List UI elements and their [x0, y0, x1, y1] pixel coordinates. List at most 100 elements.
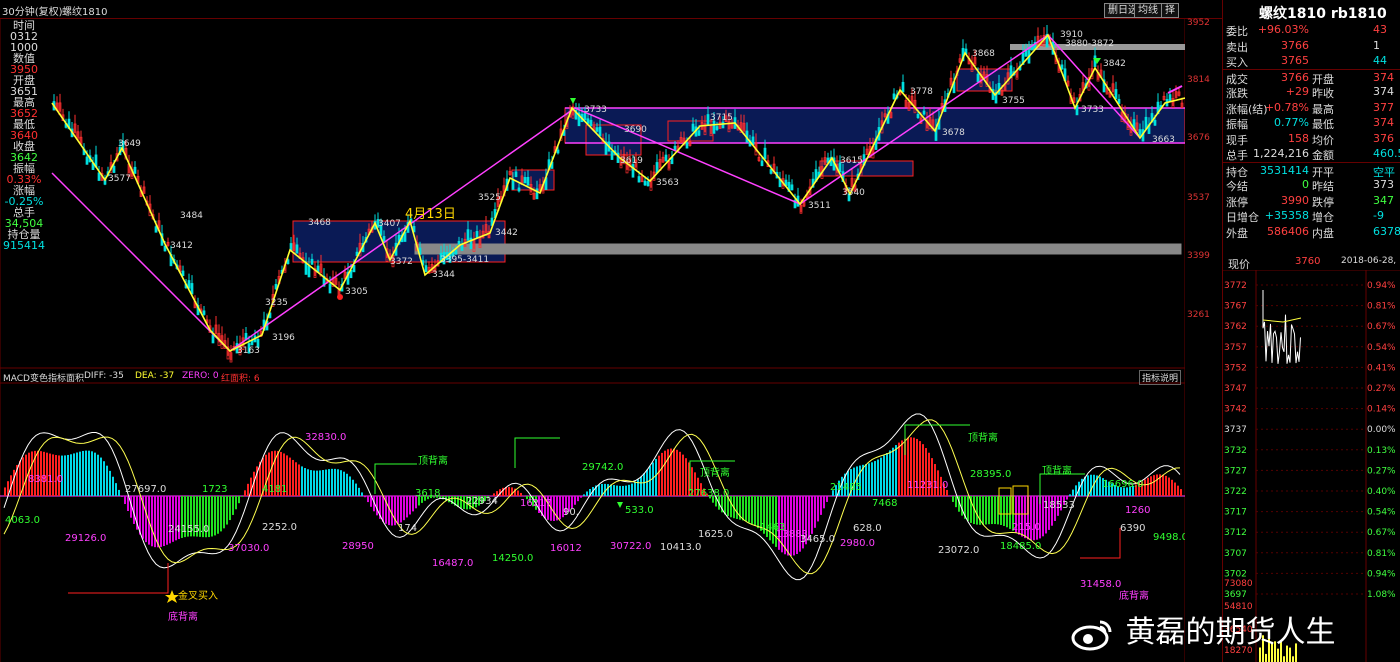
macd-bar	[988, 496, 990, 525]
candle-body	[1138, 129, 1142, 136]
macd-bar	[628, 484, 630, 496]
macd-value-label: 24155.0	[168, 524, 209, 535]
price-label: 3235	[265, 298, 288, 308]
macd-value-label: 215.0	[1012, 522, 1041, 533]
macd-bar	[94, 452, 96, 496]
macd-value-label: 29742.0	[582, 462, 623, 473]
volume-tick: 73080	[1224, 579, 1253, 589]
macd-bar	[1000, 496, 1002, 525]
period-label[interactable]: 30分钟(复权)	[2, 3, 63, 18]
macd-bar	[1099, 476, 1101, 496]
macd-bar	[295, 462, 297, 496]
macd-bar	[685, 458, 687, 496]
macd-bar	[868, 463, 870, 496]
candle-body	[643, 180, 647, 186]
macd-bar	[334, 468, 336, 496]
more-button[interactable]: 择	[1161, 3, 1179, 18]
moving-average-button[interactable]: 均线	[1134, 3, 1162, 18]
macd-bar	[109, 470, 111, 496]
price-tick: 3814	[1187, 75, 1210, 85]
macd-bar	[625, 485, 627, 496]
macd-bar	[292, 459, 294, 496]
macd-bar	[553, 496, 555, 521]
macd-bar	[1087, 475, 1089, 496]
macd-bar	[157, 496, 159, 548]
price-label: 3690	[624, 125, 647, 135]
divergence-label: 金叉买入	[178, 589, 218, 602]
candle-body	[664, 154, 668, 162]
divergence-label: 底背离	[168, 610, 198, 623]
divergence-bracket	[68, 563, 169, 594]
macd-value-label: 2980.0	[840, 538, 875, 549]
macd-value-label: 3465.0	[800, 534, 835, 545]
macd-bar	[955, 496, 957, 508]
macd-bar	[313, 470, 315, 496]
macd-bar	[118, 489, 120, 496]
macd-value-label: 7468	[872, 498, 897, 509]
macd-bar	[877, 459, 879, 496]
macd-bar	[787, 496, 789, 556]
macd-bar	[247, 483, 249, 496]
macd-bar	[1069, 494, 1071, 496]
kline-chart[interactable]: 3649 3577 3484 3412 3163 3196 3235 3305 3468 3407…	[0, 18, 1185, 662]
macd-value-label: 4063.0	[5, 515, 40, 526]
macd-bar	[346, 473, 348, 496]
candle-body	[586, 118, 590, 124]
macd-bar	[658, 455, 660, 496]
macd-bar	[640, 476, 642, 496]
macd-value-label: 18485.0	[1000, 541, 1041, 552]
candle-body	[457, 240, 461, 245]
macd-value-label: 2252.0	[262, 522, 297, 533]
macd-bar	[64, 455, 66, 496]
quote-value: 586406	[1267, 224, 1309, 238]
macd-bar	[1072, 489, 1074, 496]
macd-bar	[211, 496, 213, 537]
intraday-price-line	[1262, 290, 1301, 364]
macd-bar	[364, 496, 366, 498]
macd-value-label: 10413.0	[660, 542, 701, 553]
candle-body	[295, 244, 299, 254]
macd-bar	[325, 469, 327, 496]
macd-bar	[19, 460, 21, 496]
mini-price-tick: 3737	[1224, 425, 1247, 435]
intraday-avg-line	[1262, 317, 1302, 323]
candle-body	[901, 81, 905, 93]
macd-bar	[664, 450, 666, 496]
price-label: 3196	[272, 333, 295, 343]
macd-bar	[112, 476, 114, 496]
macd-bar	[115, 483, 117, 496]
price-label: 3484	[180, 211, 203, 221]
quote-value: 460.5	[1373, 147, 1400, 160]
intraday-chart[interactable]: 3772 0.94% 3767 0.81% 3762 0.67% 3757 0.54% 3752…	[1223, 270, 1400, 662]
macd-bar	[232, 496, 234, 515]
candle-body	[310, 258, 314, 265]
quote-value: 3766	[1281, 38, 1309, 52]
price-label: 3395-3411	[440, 255, 489, 265]
macd-bar	[814, 496, 816, 528]
divergence-label: 顶背离	[418, 454, 448, 467]
price-label: 3372	[390, 257, 413, 267]
quote-label: 内盘	[1312, 226, 1334, 240]
quote-value: 3990	[1281, 193, 1309, 207]
candle-body	[706, 114, 710, 126]
macd-bar	[1153, 475, 1155, 496]
macd-bar	[304, 468, 306, 496]
symbol-label: 螺纹1810	[62, 7, 108, 18]
macd-bar	[1171, 479, 1173, 496]
price-label: 3525	[478, 193, 501, 203]
mini-price-tick: 3762	[1224, 322, 1247, 332]
candle-body	[526, 176, 530, 186]
macd-bar	[508, 486, 510, 496]
candle-body	[112, 165, 116, 173]
mini-price-tick: 3747	[1224, 384, 1247, 394]
macd-value-label: 4181	[262, 484, 287, 495]
macd-bar	[103, 461, 105, 496]
candle-body	[181, 270, 185, 276]
macd-bar	[646, 469, 648, 496]
quote-date: 2018-06-28,	[1341, 256, 1397, 266]
macd-bar	[586, 491, 588, 496]
indicator-help-button[interactable]: 指标说明	[1139, 370, 1182, 385]
macd-bar	[1150, 476, 1152, 496]
macd-bar	[616, 485, 618, 496]
macd-bar	[655, 458, 657, 496]
